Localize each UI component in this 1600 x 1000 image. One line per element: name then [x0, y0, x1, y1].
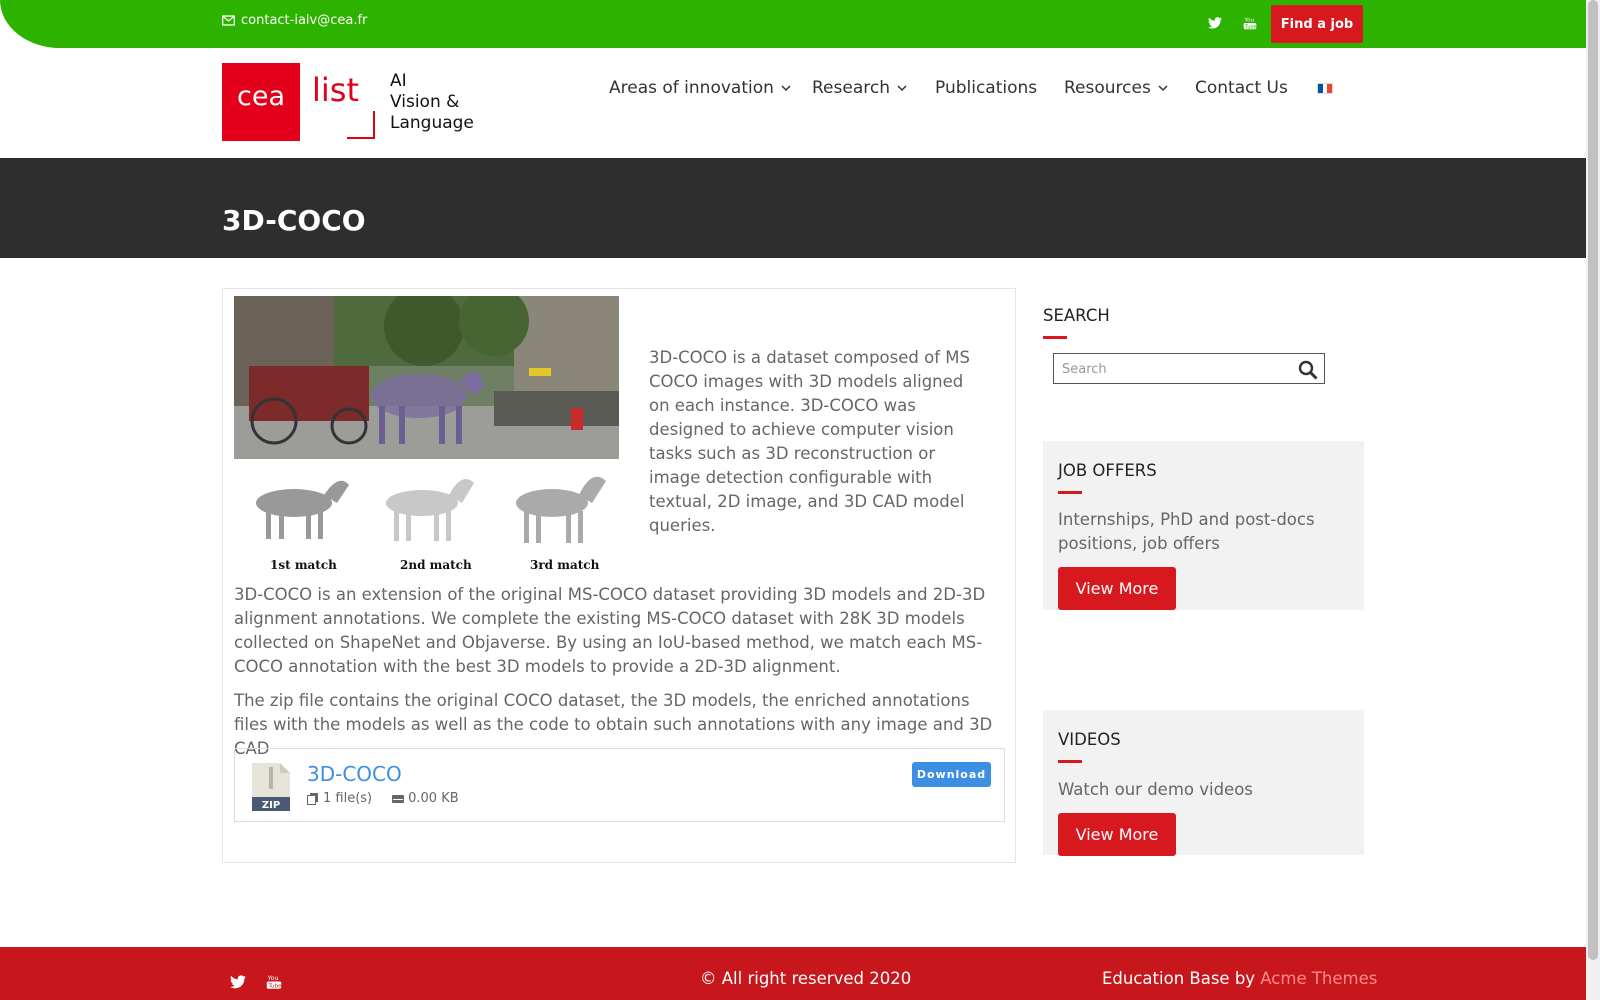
download-button[interactable]: Download — [912, 762, 991, 787]
download-title-link[interactable]: 3D-COCO — [307, 762, 402, 786]
caption-1st-match: 1st match — [270, 558, 337, 572]
nav-item-areas-of-innovation[interactable]: Areas of innovation — [609, 78, 791, 98]
file-size: 0.00 KB — [408, 791, 459, 806]
job-offers-text: Internships, PhD and post-docs positions… — [1058, 510, 1315, 553]
videos-text: Watch our demo videos — [1058, 780, 1253, 799]
nav-item-research[interactable]: Research — [812, 78, 907, 98]
page-scrollbar[interactable] — [1586, 0, 1600, 1000]
theme-credit: Education Base by Acme Themes — [1102, 969, 1377, 988]
search-heading: SEARCH — [1043, 306, 1110, 339]
twitter-icon[interactable] — [1208, 16, 1222, 30]
chevron-down-icon — [1158, 84, 1168, 91]
list-logo-text: list — [312, 71, 359, 109]
envelope-icon — [222, 15, 235, 26]
job-offers-heading: JOB OFFERS — [1058, 461, 1157, 494]
hard-drive-icon — [392, 794, 405, 803]
cea-logo-text: cea — [236, 81, 285, 112]
youtube-icon[interactable]: YouTube — [1243, 16, 1257, 30]
nav-item-publications[interactable]: Publications — [935, 78, 1037, 98]
download-meta: 1 file(s) 0.00 KB — [307, 791, 459, 806]
job-offers-widget: JOB OFFERS Internships, PhD and post-doc… — [1043, 441, 1364, 610]
logo-tagline-line3: Language — [390, 113, 474, 133]
site-logo[interactable]: cea list AI Vision & Language — [222, 63, 484, 141]
svg-text:You: You — [1243, 18, 1254, 24]
files-icon — [307, 792, 318, 805]
download-item: ZIP 3D-COCO 1 file(s) 0.00 KB Download — [234, 748, 1005, 822]
contact-email-link[interactable]: contact-ialv@cea.fr — [222, 13, 367, 28]
videos-heading: VIDEOS — [1058, 730, 1121, 763]
page-title: 3D-COCO — [222, 204, 366, 237]
nav-label: Resources — [1064, 78, 1151, 98]
logo-tagline: AI Vision & Language — [390, 71, 474, 134]
logo-bracket — [347, 111, 375, 139]
find-a-job-button[interactable]: Find a job — [1271, 5, 1363, 43]
nav-label: Contact Us — [1195, 78, 1288, 98]
figure-captions: 1st match 2nd match 3rd match — [234, 558, 619, 574]
top-bar: contact-ialv@cea.fr You Tube Find a job — [0, 0, 1586, 48]
search-input[interactable] — [1062, 359, 1282, 379]
nav-item-contact-us[interactable]: Contact Us — [1195, 78, 1288, 98]
contact-email-text: contact-ialv@cea.fr — [241, 13, 368, 28]
body-paragraph-1: 3D-COCO is an extension of the original … — [234, 585, 986, 676]
logo-tagline-line1: AI — [390, 71, 407, 91]
acme-themes-link[interactable]: Acme Themes — [1260, 969, 1377, 988]
svg-text:Tube: Tube — [267, 984, 282, 990]
intro-paragraph: 3D-COCO is a dataset composed of MS COCO… — [649, 348, 970, 535]
copyright-text: © All right reserved 2020 — [700, 969, 912, 988]
caption-2nd-match: 2nd match — [400, 558, 472, 572]
search-icon[interactable] — [1298, 360, 1318, 380]
file-count: 1 file(s) — [323, 791, 373, 806]
nav-item-resources[interactable]: Resources — [1064, 78, 1168, 98]
zip-icon-label: ZIP — [262, 800, 280, 811]
nav-label: Publications — [935, 78, 1038, 98]
chevron-down-icon — [781, 84, 791, 91]
caption-3rd-match: 3rd match — [530, 558, 600, 572]
job-offers-view-more-button[interactable]: View More — [1058, 567, 1176, 610]
nav-label: Research — [812, 78, 890, 98]
svg-text:You: You — [267, 974, 279, 982]
svg-text:Tube: Tube — [1244, 24, 1256, 30]
nav-label: Areas of innovation — [609, 78, 774, 98]
chevron-down-icon — [897, 84, 907, 91]
videos-view-more-button[interactable]: View More — [1058, 813, 1176, 856]
search-box — [1053, 353, 1325, 384]
videos-widget: VIDEOS Watch our demo videos View More — [1043, 710, 1364, 856]
credit-prefix: Education Base by — [1102, 969, 1261, 988]
page-title-band: 3D-COCO — [0, 158, 1586, 258]
site-footer: You Tube © All right reserved 2020 Educat… — [0, 947, 1586, 1000]
zip-file-icon: ZIP — [252, 763, 290, 811]
scrollbar-thumb[interactable] — [1588, 0, 1598, 960]
logo-tagline-line2: Vision & — [390, 92, 460, 112]
twitter-icon[interactable] — [230, 975, 246, 989]
coco-photo-image — [234, 296, 619, 459]
french-flag-icon[interactable] — [1317, 83, 1333, 94]
youtube-icon[interactable]: You Tube — [266, 973, 282, 990]
